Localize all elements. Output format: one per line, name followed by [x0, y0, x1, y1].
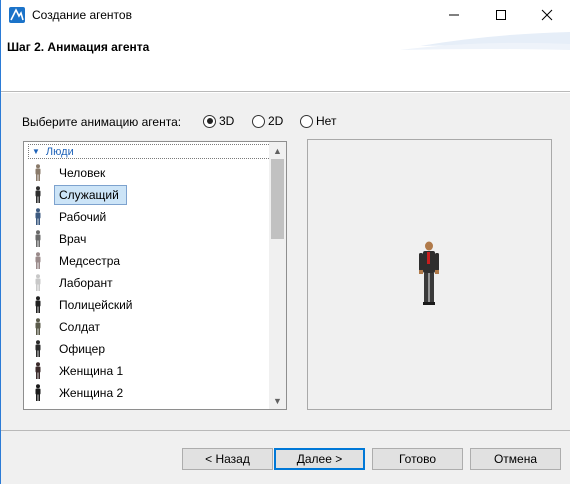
list-item[interactable]: Рабочий	[29, 207, 279, 227]
cancel-button[interactable]: Отмена	[470, 448, 561, 470]
wizard-footer: < Назад Далее > Готово Отмена	[1, 430, 570, 484]
header-decoration	[400, 32, 570, 50]
group-header-people[interactable]: ▼ Люди	[28, 144, 271, 159]
list-item[interactable]: Медсестра	[29, 251, 279, 271]
nurse-figure-icon	[31, 252, 45, 270]
back-button[interactable]: < Назад	[182, 448, 273, 470]
list-item-label: Женщина 1	[59, 364, 124, 378]
maximize-button[interactable]	[478, 0, 524, 30]
list-item-label: Лаборант	[59, 276, 113, 290]
animation-list[interactable]: ▼ Люди Человек Служащий Рабочий Врач Медсест…	[23, 141, 287, 410]
maximize-icon	[496, 10, 506, 20]
list-item-label: Врач	[59, 232, 87, 246]
radio-none[interactable]: Нет	[300, 114, 336, 128]
radio-none-dot[interactable]	[300, 114, 313, 128]
window-title: Создание агентов	[32, 8, 132, 22]
list-item-label: Солдат	[59, 320, 100, 334]
office-worker-figure-icon	[31, 186, 45, 204]
woman-figure-icon	[31, 384, 45, 402]
list-item[interactable]: Лаборант	[29, 273, 279, 293]
title-bar[interactable]: Создание агентов	[1, 0, 570, 30]
collapse-triangle-icon[interactable]: ▼	[32, 147, 40, 156]
list-item[interactable]: Служащий	[29, 185, 279, 205]
list-item[interactable]: Солдат	[29, 317, 279, 337]
radio-3d-dot[interactable]	[203, 114, 216, 128]
list-item-label: Полицейский	[59, 298, 133, 312]
doctor-figure-icon	[31, 230, 45, 248]
woman-figure-icon	[31, 362, 45, 380]
list-item[interactable]: Женщина 1	[29, 361, 279, 381]
radio-2d-label: 2D	[268, 114, 284, 128]
list-scrollbar[interactable]: ▲ ▼	[269, 142, 286, 409]
police-figure-icon	[31, 296, 45, 314]
radio-none-label: Нет	[316, 114, 337, 128]
list-item[interactable]: Женщина 2	[29, 383, 279, 403]
office-worker-3d-preview	[419, 241, 439, 305]
radio-2d[interactable]: 2D	[252, 114, 283, 128]
next-button[interactable]: Далее >	[274, 448, 365, 470]
close-icon	[541, 9, 553, 21]
list-item-label: Женщина 2	[59, 386, 124, 400]
person-figure-icon	[31, 164, 45, 182]
wizard-window: Создание агентов Шаг 2. Анимация агента …	[0, 0, 570, 484]
list-item-label: Человек	[59, 166, 106, 180]
list-item[interactable]: Офицер	[29, 339, 279, 359]
list-item[interactable]: Человек	[29, 163, 279, 183]
group-label: Люди	[45, 145, 74, 158]
minimize-button[interactable]	[431, 0, 477, 30]
close-button[interactable]	[524, 0, 570, 30]
animation-preview	[307, 139, 552, 410]
list-item-label: Офицер	[59, 342, 105, 356]
wizard-header: Шаг 2. Анимация агента	[1, 30, 570, 92]
list-item-label: Рабочий	[59, 210, 107, 224]
scroll-up-arrow-icon[interactable]: ▲	[269, 142, 286, 159]
step-title: Шаг 2. Анимация агента	[7, 40, 150, 54]
anylogic-logo-icon	[9, 7, 25, 23]
list-item[interactable]: Полицейский	[29, 295, 279, 315]
list-item[interactable]: Врач	[29, 229, 279, 249]
list-item-label: Медсестра	[59, 254, 121, 268]
radio-3d[interactable]: 3D	[203, 114, 234, 128]
radio-3d-label: 3D	[219, 114, 235, 128]
animation-prompt: Выберите анимацию агента:	[22, 115, 182, 129]
scroll-down-arrow-icon[interactable]: ▼	[269, 392, 286, 409]
wizard-content: Выберите анимацию агента: 3D 2D Нет ▼ Лю…	[1, 93, 570, 430]
finish-button[interactable]: Готово	[372, 448, 463, 470]
officer-figure-icon	[31, 340, 45, 358]
scroll-thumb[interactable]	[271, 159, 284, 239]
lab-assistant-figure-icon	[31, 274, 45, 292]
radio-2d-dot[interactable]	[252, 114, 265, 128]
list-item-label: Служащий	[59, 188, 119, 202]
soldier-figure-icon	[31, 318, 45, 336]
minimize-icon	[449, 14, 459, 16]
worker-figure-icon	[31, 208, 45, 226]
